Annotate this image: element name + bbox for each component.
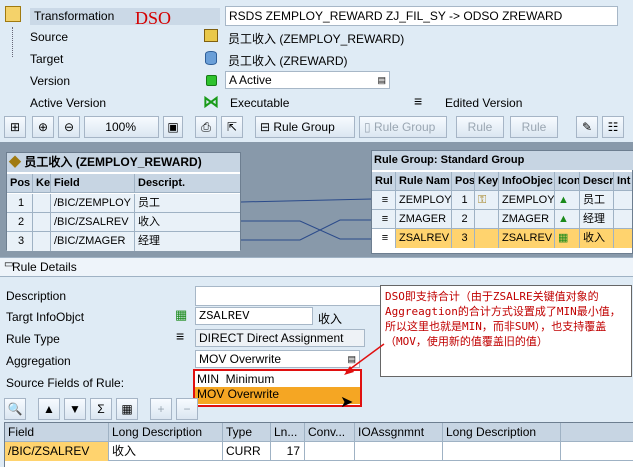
rule-type-icon: ≡ — [176, 328, 185, 344]
target-table: Rule Group: Standard Group Rul Rule Nam … — [371, 150, 633, 254]
remove-field-button[interactable]: − — [176, 398, 198, 420]
mouse-cursor-icon: ➤ — [340, 394, 354, 411]
target-row[interactable]: ≡ ZEMPLOY 1 ⚿ ZEMPLOY ▲ 员工 — [372, 191, 632, 210]
transformation-icon — [5, 6, 21, 22]
aggregation-label: Aggregation — [6, 354, 71, 368]
target-label: Target — [30, 52, 64, 66]
keyfigure-icon: ▦ — [175, 307, 188, 322]
annotation-arrow — [344, 343, 385, 375]
fit-button[interactable]: ▣ — [163, 116, 183, 138]
dropdown-option-mov[interactable]: MOV Overwrite — [195, 387, 360, 404]
rule-details-bar — [0, 257, 633, 277]
print-button[interactable]: ⎙ — [195, 116, 217, 138]
rule-details-icon[interactable]: ≡ — [372, 191, 396, 210]
active-version-value: Executable — [230, 96, 290, 110]
target-row[interactable]: ≡ ZMAGER 2 ZMAGER ▲ 经理 — [372, 210, 632, 229]
datasource-icon — [204, 29, 218, 42]
source-value: 员工收入 (ZEMPLOY_REWARD) — [228, 32, 405, 46]
edit-button[interactable]: ✎ — [576, 116, 598, 138]
rule-details-icon[interactable]: ≡ — [372, 210, 396, 229]
edited-version-label: Edited Version — [445, 96, 523, 110]
characteristic-icon: ▲ — [555, 210, 580, 229]
rule-button-2[interactable]: Rule — [510, 116, 558, 138]
target-row-selected[interactable]: ≡ ZSALREV 3 ZSALREV ▦ 收入 — [372, 229, 632, 248]
annotation-box: DSO即支持合计（由于ZSALRE关键值对象的Aggreagtion的合计方式设… — [380, 285, 632, 377]
target-table-title: Rule Group: Standard Group — [372, 151, 633, 170]
rule-button-1[interactable]: Rule — [456, 116, 504, 138]
rule-type-label: Rule Type — [6, 332, 60, 346]
transformation-label: Transformation — [30, 8, 220, 25]
zoom-in-button[interactable]: ⊕ — [32, 116, 54, 138]
description-field[interactable] — [195, 286, 381, 306]
target-header-row: Rul Rule Nam Pos Key InfoObjec Icon Desc… — [372, 172, 632, 191]
active-status-icon — [206, 75, 217, 86]
fields-header-row: Field Long Description Type Ln... Conv..… — [5, 423, 633, 442]
executable-icon: ⋈ — [203, 94, 219, 111]
target-infoobject-desc: 收入 — [318, 312, 343, 326]
dso-annotation: DSO — [135, 8, 172, 28]
sum-button[interactable]: Σ — [90, 398, 112, 420]
aggregation-select[interactable]: MOV Overwrite ▤ — [195, 350, 360, 368]
fields-table: Field Long Description Type Ln... Conv..… — [4, 422, 633, 467]
dso-cylinder-icon — [205, 51, 217, 65]
key-icon: ⚿ — [475, 191, 499, 210]
source-label: Source — [30, 30, 69, 44]
target-infoobject-label: Targt InfoObjct — [6, 310, 85, 324]
target-infoobject-field[interactable]: ZSALREV — [195, 307, 313, 325]
keyfigure-icon: ▦ — [555, 229, 580, 248]
rule-details-icon[interactable]: ≡ — [372, 229, 396, 248]
filter-button[interactable]: ▼ — [64, 398, 86, 420]
target-value: 员工收入 (ZREWARD) — [228, 54, 348, 68]
active-version-label: Active Version — [30, 96, 107, 110]
rule-group-disabled-button[interactable]: ▯ Rule Group — [359, 116, 447, 138]
version-select[interactable]: A Active ▤ — [225, 71, 390, 89]
rule-group-button[interactable]: ⊟ Rule Group — [255, 116, 355, 138]
fields-row[interactable]: /BIC/ZSALREV 收入 CURR 17 — [5, 442, 633, 461]
layout-grid-button[interactable]: ▦ — [116, 398, 138, 420]
details-button[interactable]: 🔍 — [4, 398, 26, 420]
add-field-button[interactable]: + — [150, 398, 172, 420]
dropdown-icon[interactable]: ▤ — [377, 72, 386, 88]
tree-line — [12, 27, 13, 57]
layout-button[interactable]: ⊞ — [4, 116, 26, 138]
version-label: Version — [30, 74, 71, 88]
zoom-select[interactable]: 100% — [84, 116, 159, 138]
mapping-line — [241, 219, 372, 241]
rule-details-title: Rule Details — [12, 260, 77, 274]
edited-version-icon: ≡ — [414, 93, 423, 109]
dropdown-option-min[interactable]: MIN Minimum — [197, 372, 357, 386]
source-fields-label: Source Fields of Rule: — [6, 376, 125, 390]
settings-button[interactable]: ☷ — [602, 116, 624, 138]
description-label: Description — [6, 289, 67, 303]
mapping-line — [240, 198, 373, 203]
export-button[interactable]: ⇱ — [221, 116, 243, 138]
sort-asc-button[interactable]: ▲ — [38, 398, 60, 420]
characteristic-icon: ▲ — [555, 191, 580, 210]
transformation-field[interactable]: RSDS ZEMPLOY_REWARD ZJ_FIL_SY -> ODSO ZR… — [225, 6, 618, 26]
zoom-out-button[interactable]: ⊖ — [58, 116, 80, 138]
